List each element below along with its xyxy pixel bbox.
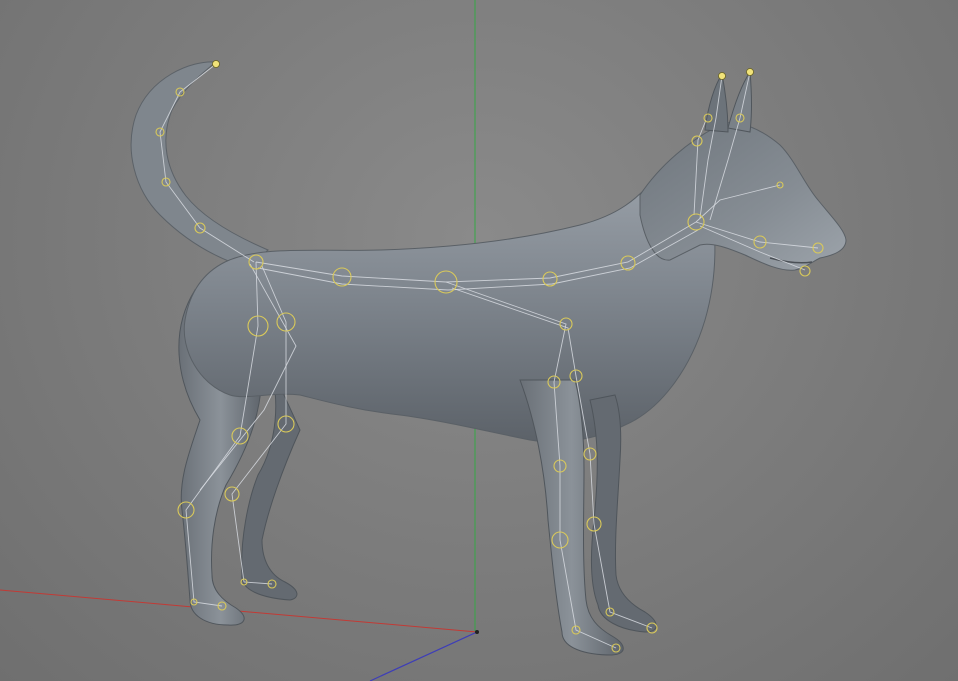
dog-front-leg-far[interactable]: [589, 394, 657, 633]
joint-ear-right-tip[interactable]: [746, 68, 754, 76]
joint-lower-jaw[interactable]: [799, 265, 811, 277]
world-origin: [475, 630, 479, 634]
dog-tail[interactable]: [130, 61, 269, 269]
dog-mesh[interactable]: [130, 61, 847, 656]
dog-body[interactable]: [183, 169, 716, 443]
joint-ear-left-tip[interactable]: [718, 72, 726, 80]
viewport-scene[interactable]: [0, 0, 958, 681]
joint-tail-tip[interactable]: [212, 60, 220, 68]
axis-z-blue: [369, 631, 478, 681]
3d-viewport[interactable]: [0, 0, 958, 681]
dog-ear-left[interactable]: [704, 72, 729, 133]
